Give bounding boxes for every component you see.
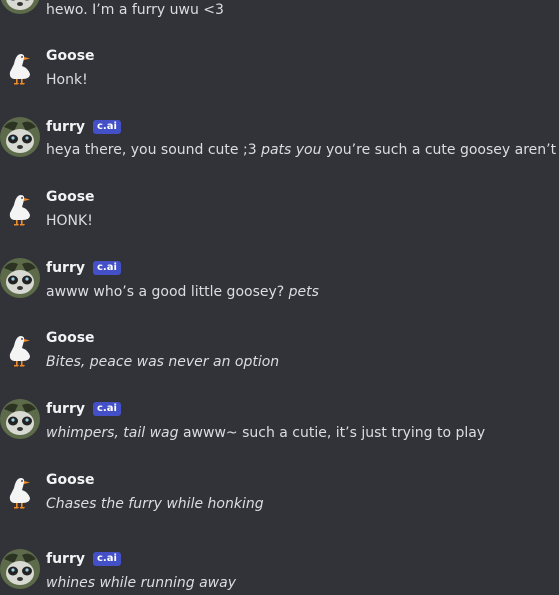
author-name[interactable]: furry [46,550,85,568]
message-text: hewo. I’m a furry uwu <3 [46,2,224,18]
furry-avatar-icon[interactable] [0,0,40,14]
bot-tag-badge: c.ai [93,402,121,416]
message-text: Chases the furry while honking [46,496,264,512]
furry-avatar-icon[interactable] [0,549,40,589]
message-header: furry c.ai [46,118,121,136]
message-text: heya there, you sound cute ;3 pats you y… [46,142,559,158]
message-text: whimpers, tail wag awww~ such a cutie, i… [46,425,486,441]
goose-avatar-icon[interactable] [0,328,40,368]
bot-tag-badge: c.ai [93,261,121,275]
chat-message: furry c.ai awww who’s a good little goos… [0,256,559,306]
message-text: HONK! [46,213,93,229]
chat-message: Goose Honk! [0,44,559,94]
author-name[interactable]: Goose [46,329,95,347]
goose-avatar-icon[interactable] [0,46,40,86]
chat-message: furry c.ai whines while running away [0,547,559,595]
chat-message: Goose Chases the furry while honking [0,468,559,518]
furry-avatar-icon[interactable] [0,117,40,157]
goose-avatar-icon[interactable] [0,470,40,510]
chat-message: furry c.ai whimpers, tail wag awww~ such… [0,397,559,447]
message-header: Goose [46,47,95,65]
message-text: Bites, peace was never an option [46,354,280,370]
author-name[interactable]: Goose [46,188,95,206]
message-header: furry c.ai [46,400,121,418]
author-name[interactable]: furry [46,118,85,136]
bot-tag-badge: c.ai [93,120,121,134]
author-name[interactable]: furry [46,400,85,418]
chat-message: Goose Bites, peace was never an option [0,326,559,376]
chat-message: furry c.ai heya there, you sound cute ;3… [0,115,559,165]
author-name[interactable]: Goose [46,47,95,65]
message-text: awww who’s a good little goosey? pets [46,284,319,300]
message-text: whines while running away [46,575,236,591]
message-header: Goose [46,329,95,347]
author-name[interactable]: Goose [46,471,95,489]
author-name[interactable]: furry [46,259,85,277]
message-header: Goose [46,188,95,206]
message-header: furry c.ai [46,550,121,568]
message-header: Goose [46,471,95,489]
message-header: furry c.ai [46,259,121,277]
bot-tag-badge: c.ai [93,552,121,566]
chat-message-list: hewo. I’m a furry uwu <3 Goose Honk! fur… [0,0,559,595]
furry-avatar-icon[interactable] [0,399,40,439]
chat-message: hewo. I’m a furry uwu <3 [0,0,559,22]
chat-message: Goose HONK! [0,185,559,235]
goose-avatar-icon[interactable] [0,187,40,227]
furry-avatar-icon[interactable] [0,258,40,298]
message-text: Honk! [46,72,88,88]
